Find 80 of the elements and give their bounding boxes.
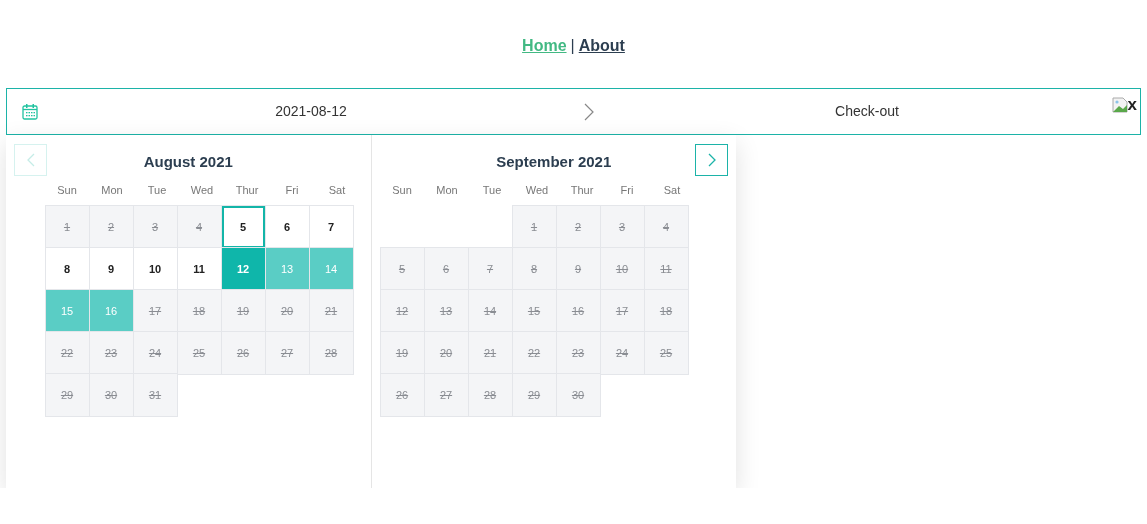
day-cell: 8	[511, 247, 557, 291]
month-title: August 2021	[142, 152, 234, 172]
day-cell: 14	[467, 289, 513, 333]
day-cell: 30	[88, 373, 134, 417]
day-cell: 13	[423, 289, 469, 333]
day-cell: 21	[308, 289, 354, 333]
day-cell: 22	[511, 331, 557, 375]
day-cell: 17	[599, 289, 645, 333]
day-cell: 19	[220, 289, 266, 333]
day-cell: 27	[264, 331, 310, 375]
day-cell: 4	[643, 205, 689, 249]
day-cell: 15	[511, 289, 557, 333]
date-range-field[interactable]: 2021-08-12 Check-out x	[6, 88, 1141, 135]
day-cell: 17	[132, 289, 178, 333]
separator-text: |	[570, 37, 575, 54]
day-cell: 21	[467, 331, 513, 375]
weekday-label: Tue	[481, 183, 503, 198]
weekday-label: Thur	[569, 183, 595, 198]
day-cell: 1	[44, 205, 90, 249]
day-cell: 26	[220, 331, 266, 375]
day-cell: 28	[308, 331, 354, 375]
weekday-label: Fri	[284, 183, 300, 198]
day-cell: 23	[555, 331, 601, 375]
day-cell[interactable]: 5	[220, 205, 266, 249]
day-cell: 3	[599, 205, 645, 249]
day-cell: 25	[176, 331, 222, 375]
day-cell: 5	[379, 247, 425, 291]
day-cell: 24	[132, 331, 178, 375]
day-cell: 16	[555, 289, 601, 333]
day-cell: 2	[555, 205, 601, 249]
day-cell: 30	[555, 373, 601, 417]
day-cell: 28	[467, 373, 513, 417]
weekday-label: Sun	[391, 183, 413, 198]
close-text[interactable]: x	[1127, 96, 1137, 113]
day-cell: 31	[132, 373, 178, 417]
weekday-label: Fri	[619, 183, 635, 198]
broken-image-icon	[1111, 97, 1128, 113]
day-cell: 18	[643, 289, 689, 333]
chevron-left-icon	[26, 153, 35, 167]
day-cell: 10	[599, 247, 645, 291]
weekday-label: Mon	[100, 183, 124, 198]
day-cell: 6	[423, 247, 469, 291]
check-out-field[interactable]: Check-out	[787, 100, 947, 123]
month-title: September 2021	[495, 152, 613, 172]
check-in-date[interactable]: 2021-08-12	[275, 103, 347, 119]
day-cell: 26	[379, 373, 425, 417]
day-cell: 7	[467, 247, 513, 291]
day-cell: 25	[643, 331, 689, 375]
weekday-label: Tue	[146, 183, 168, 198]
day-cell: 12	[379, 289, 425, 333]
chevron-right-icon	[707, 153, 716, 167]
weekday-label: Wed	[189, 183, 215, 198]
chevron-right-icon	[584, 102, 594, 121]
calendar-icon	[22, 103, 38, 120]
day-cell: 20	[423, 331, 469, 375]
day-cell: 9	[555, 247, 601, 291]
day-cell: 4	[176, 205, 222, 249]
weekday-label: Wed	[524, 183, 550, 198]
day-cell: 3	[132, 205, 178, 249]
day-cell: 22	[44, 331, 90, 375]
day-cell[interactable]: 7	[308, 205, 354, 249]
day-cell: 11	[643, 247, 689, 291]
day-cell: 27	[423, 373, 469, 417]
day-cell: 18	[176, 289, 222, 333]
day-cell[interactable]: 8	[44, 247, 90, 291]
day-cell: 24	[599, 331, 645, 375]
day-cell: 19	[379, 331, 425, 375]
day-cell: 29	[511, 373, 557, 417]
weekday-label: Thur	[234, 183, 260, 198]
next-month-button[interactable]	[695, 144, 728, 176]
day-cell: 1	[511, 205, 557, 249]
day-cell: 20	[264, 289, 310, 333]
day-cell: 29	[44, 373, 90, 417]
weekday-label: Sat	[662, 183, 682, 198]
weekday-label: Sat	[327, 183, 347, 198]
nav-link[interactable]: About	[578, 37, 625, 54]
weekday-label: Sun	[56, 183, 78, 198]
weekday-label: Mon	[435, 183, 459, 198]
day-cell: 23	[88, 331, 134, 375]
day-cell: 2	[88, 205, 134, 249]
